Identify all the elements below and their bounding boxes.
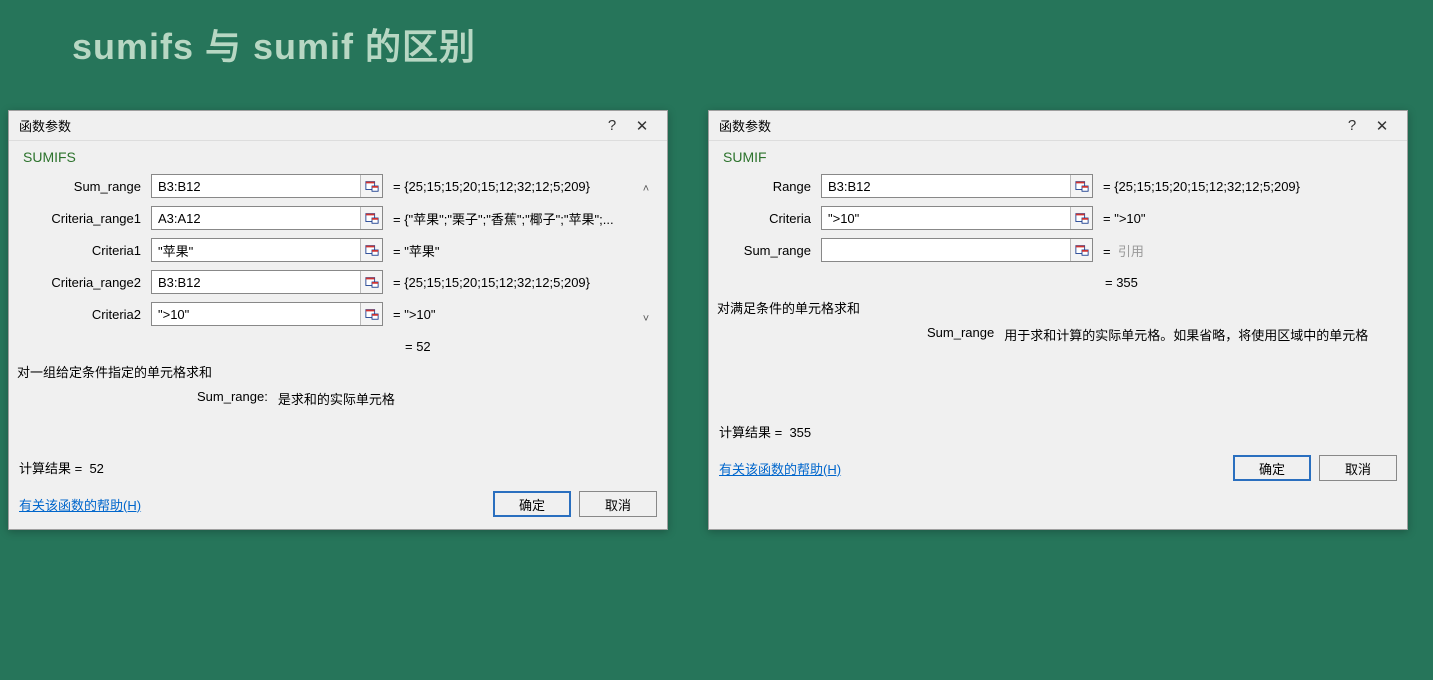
help-link[interactable]: 有关该函数的帮助(H) — [19, 495, 141, 514]
collapse-dialog-icon[interactable] — [1070, 175, 1092, 197]
criteria-range1-input[interactable] — [152, 207, 360, 229]
collapse-dialog-icon[interactable] — [360, 303, 382, 325]
param-desc-text: 是求和的实际单元格 — [278, 389, 395, 408]
collapse-dialog-icon[interactable] — [1070, 207, 1092, 229]
criteria-input[interactable] — [822, 207, 1070, 229]
calc-result-label: 计算结果 = — [719, 425, 782, 440]
param-eval: = {"苹果";"栗子";"香蕉";"椰子";"苹果";... — [383, 209, 657, 228]
param-eval: = ">10" — [383, 307, 657, 322]
calc-result-value: 355 — [789, 425, 811, 440]
collapse-dialog-icon[interactable] — [1070, 239, 1092, 261]
cancel-button[interactable]: 取消 — [1319, 455, 1397, 481]
param-label: Criteria1 — [19, 243, 151, 258]
scroll-down-icon[interactable]: ˅ — [643, 313, 649, 325]
collapse-dialog-icon[interactable] — [360, 239, 382, 261]
ok-button[interactable]: 确定 — [493, 491, 571, 517]
param-desc-label: Sum_range: — [197, 389, 268, 408]
collapse-dialog-icon[interactable] — [360, 271, 382, 293]
param-label: Criteria_range1 — [19, 211, 151, 226]
criteria1-input[interactable] — [152, 239, 360, 261]
help-button[interactable]: ? — [1337, 117, 1367, 134]
collapse-dialog-icon[interactable] — [360, 207, 382, 229]
param-eval: = {25;15;15;20;15;12;32;12;5;209} — [1093, 179, 1397, 194]
function-name: SUMIFS — [9, 141, 667, 169]
param-eval: = 引用 — [1093, 241, 1397, 260]
help-button[interactable]: ? — [597, 117, 627, 134]
function-name: SUMIF — [709, 141, 1407, 169]
sum-range-input[interactable] — [822, 239, 1070, 261]
calc-result-label: 计算结果 = — [19, 461, 82, 476]
param-label: Criteria — [719, 211, 821, 226]
function-description: 对满足条件的单元格求和 — [709, 294, 1407, 319]
param-eval: = {25;15;15;20;15;12;32;12;5;209} — [383, 275, 657, 290]
param-eval: = {25;15;15;20;15;12;32;12;5;209} — [383, 179, 657, 194]
inline-result: = 52 — [405, 333, 667, 358]
cancel-button[interactable]: 取消 — [579, 491, 657, 517]
help-link[interactable]: 有关该函数的帮助(H) — [719, 459, 841, 478]
calc-result-value: 52 — [89, 461, 103, 476]
page-title: sumifs 与 sumif 的区别 — [0, 0, 1433, 70]
sum-range-input[interactable] — [152, 175, 360, 197]
param-placeholder: 引用 — [1118, 244, 1144, 259]
param-label: Range — [719, 179, 821, 194]
param-label: Criteria2 — [19, 307, 151, 322]
range-input[interactable] — [822, 175, 1070, 197]
ok-button[interactable]: 确定 — [1233, 455, 1311, 481]
param-eval: = ">10" — [1093, 211, 1397, 226]
param-desc-label: Sum_range — [927, 325, 994, 344]
param-desc-text: 用于求和计算的实际单元格。如果省略，将使用区域中的单元格 — [1004, 325, 1368, 344]
parameter-list: Sum_range = {25;15;15;20;15;12;32;12;5;2… — [9, 169, 667, 333]
dialog-title: 函数参数 — [19, 116, 71, 135]
param-eval: = "苹果" — [383, 241, 657, 260]
scroll-up-icon[interactable]: ˄ — [643, 183, 649, 195]
collapse-dialog-icon[interactable] — [360, 175, 382, 197]
parameter-list: Range = {25;15;15;20;15;12;32;12;5;209} … — [709, 169, 1407, 269]
close-button[interactable]: ✕ — [1367, 117, 1397, 135]
inline-result: = 355 — [1105, 269, 1407, 294]
criteria-range2-input[interactable] — [152, 271, 360, 293]
function-arguments-dialog-sumifs: 函数参数 ? ✕ SUMIFS ˄ ˅ Sum_range = {25;15;1… — [8, 110, 668, 530]
dialog-title: 函数参数 — [719, 116, 771, 135]
param-label: Sum_range — [19, 179, 151, 194]
close-button[interactable]: ✕ — [627, 117, 657, 135]
param-label: Criteria_range2 — [19, 275, 151, 290]
function-description: 对一组给定条件指定的单元格求和 — [9, 358, 667, 383]
param-label: Sum_range — [719, 243, 821, 258]
criteria2-input[interactable] — [152, 303, 360, 325]
function-arguments-dialog-sumif: 函数参数 ? ✕ SUMIF Range = {25;15;15;20;15;1… — [708, 110, 1408, 530]
